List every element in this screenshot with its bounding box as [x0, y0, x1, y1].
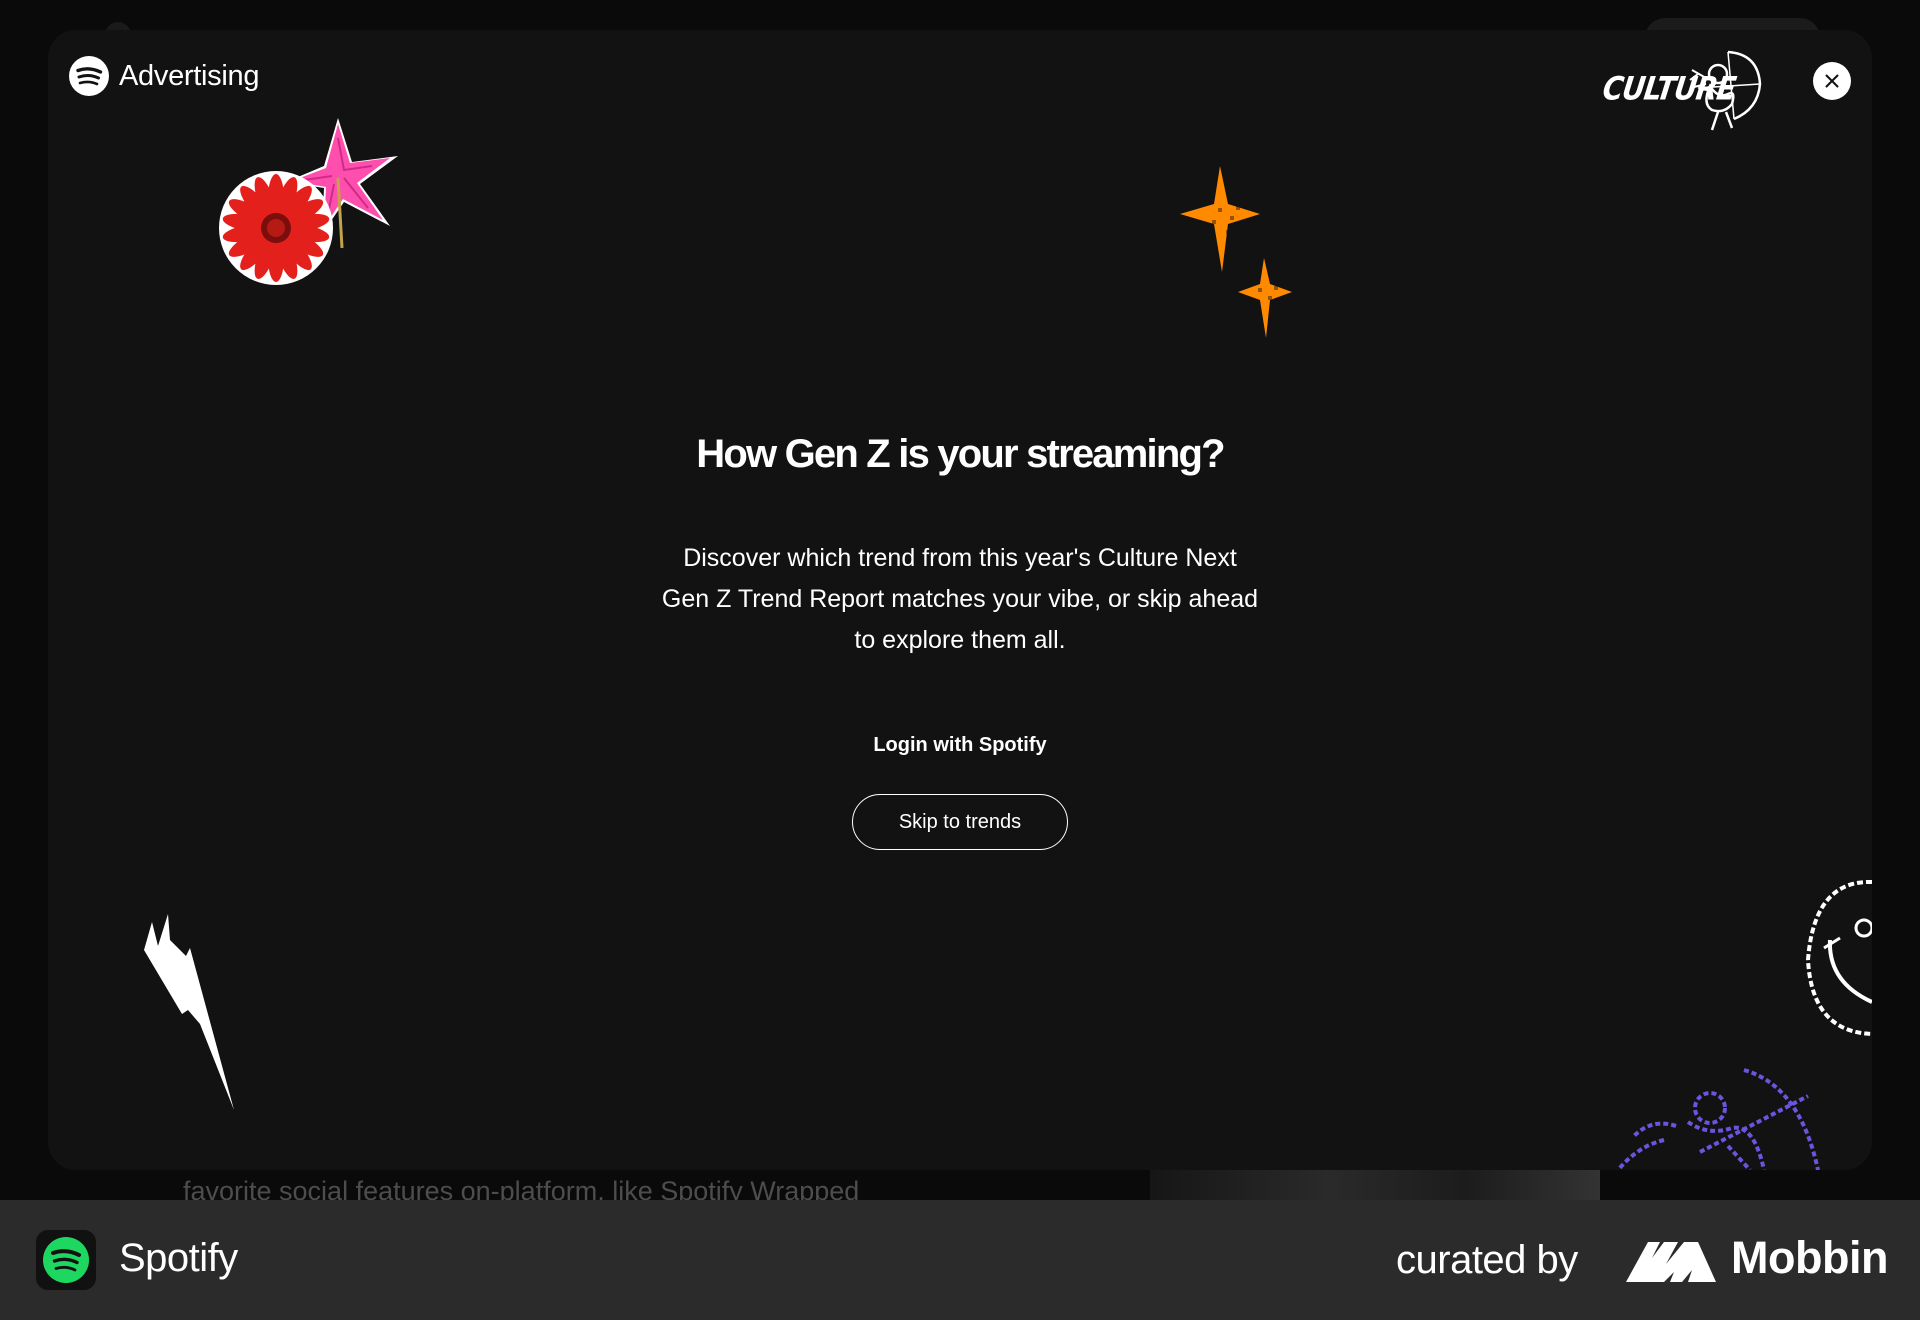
purple-cupid-icon [1616, 1068, 1820, 1170]
advertising-modal: Advertising CULTURE How Gen Z is your st… [48, 30, 1872, 1170]
description-line: to explore them all. [854, 626, 1066, 654]
login-with-spotify-link[interactable]: Login with Spotify [48, 734, 1872, 757]
page-title: How Gen Z is your streaming? [696, 432, 1225, 476]
background-paragraph: favorite social features on-platform, li… [183, 1176, 860, 1200]
spotify-logo-icon [43, 1237, 89, 1283]
skip-to-trends-button[interactable]: Skip to trends [852, 794, 1068, 850]
curated-by-label: curated by [1396, 1238, 1578, 1282]
background-image [1150, 1170, 1600, 1200]
spotify-app-icon [36, 1230, 96, 1290]
sparkles-decoration-icon [1180, 166, 1292, 338]
mobbin-footer: Spotify curated by Mobbin [0, 1200, 1920, 1320]
cupid-icon [1689, 50, 1762, 131]
lightning-bolt-icon [144, 914, 234, 1110]
mobbin-logo-icon [1626, 1242, 1716, 1282]
culture-next-logo: CULTURE [1600, 44, 1773, 134]
description: Discover which trend from this year's Cu… [628, 538, 1292, 661]
spotify-logo-icon [69, 56, 109, 96]
flowers-decoration-icon [219, 118, 398, 285]
close-icon [1825, 74, 1839, 88]
mobbin-brand-name: Mobbin [1731, 1232, 1888, 1283]
description-line: Discover which trend from this year's Cu… [683, 544, 1237, 572]
advertising-label: Advertising [119, 59, 260, 92]
advertising-brand: Advertising [68, 55, 259, 97]
close-button[interactable] [1813, 62, 1851, 100]
app-name: Spotify [119, 1236, 238, 1280]
smiley-face-icon [1805, 879, 1872, 1036]
description-line: Gen Z Trend Report matches your vibe, or… [661, 585, 1259, 613]
